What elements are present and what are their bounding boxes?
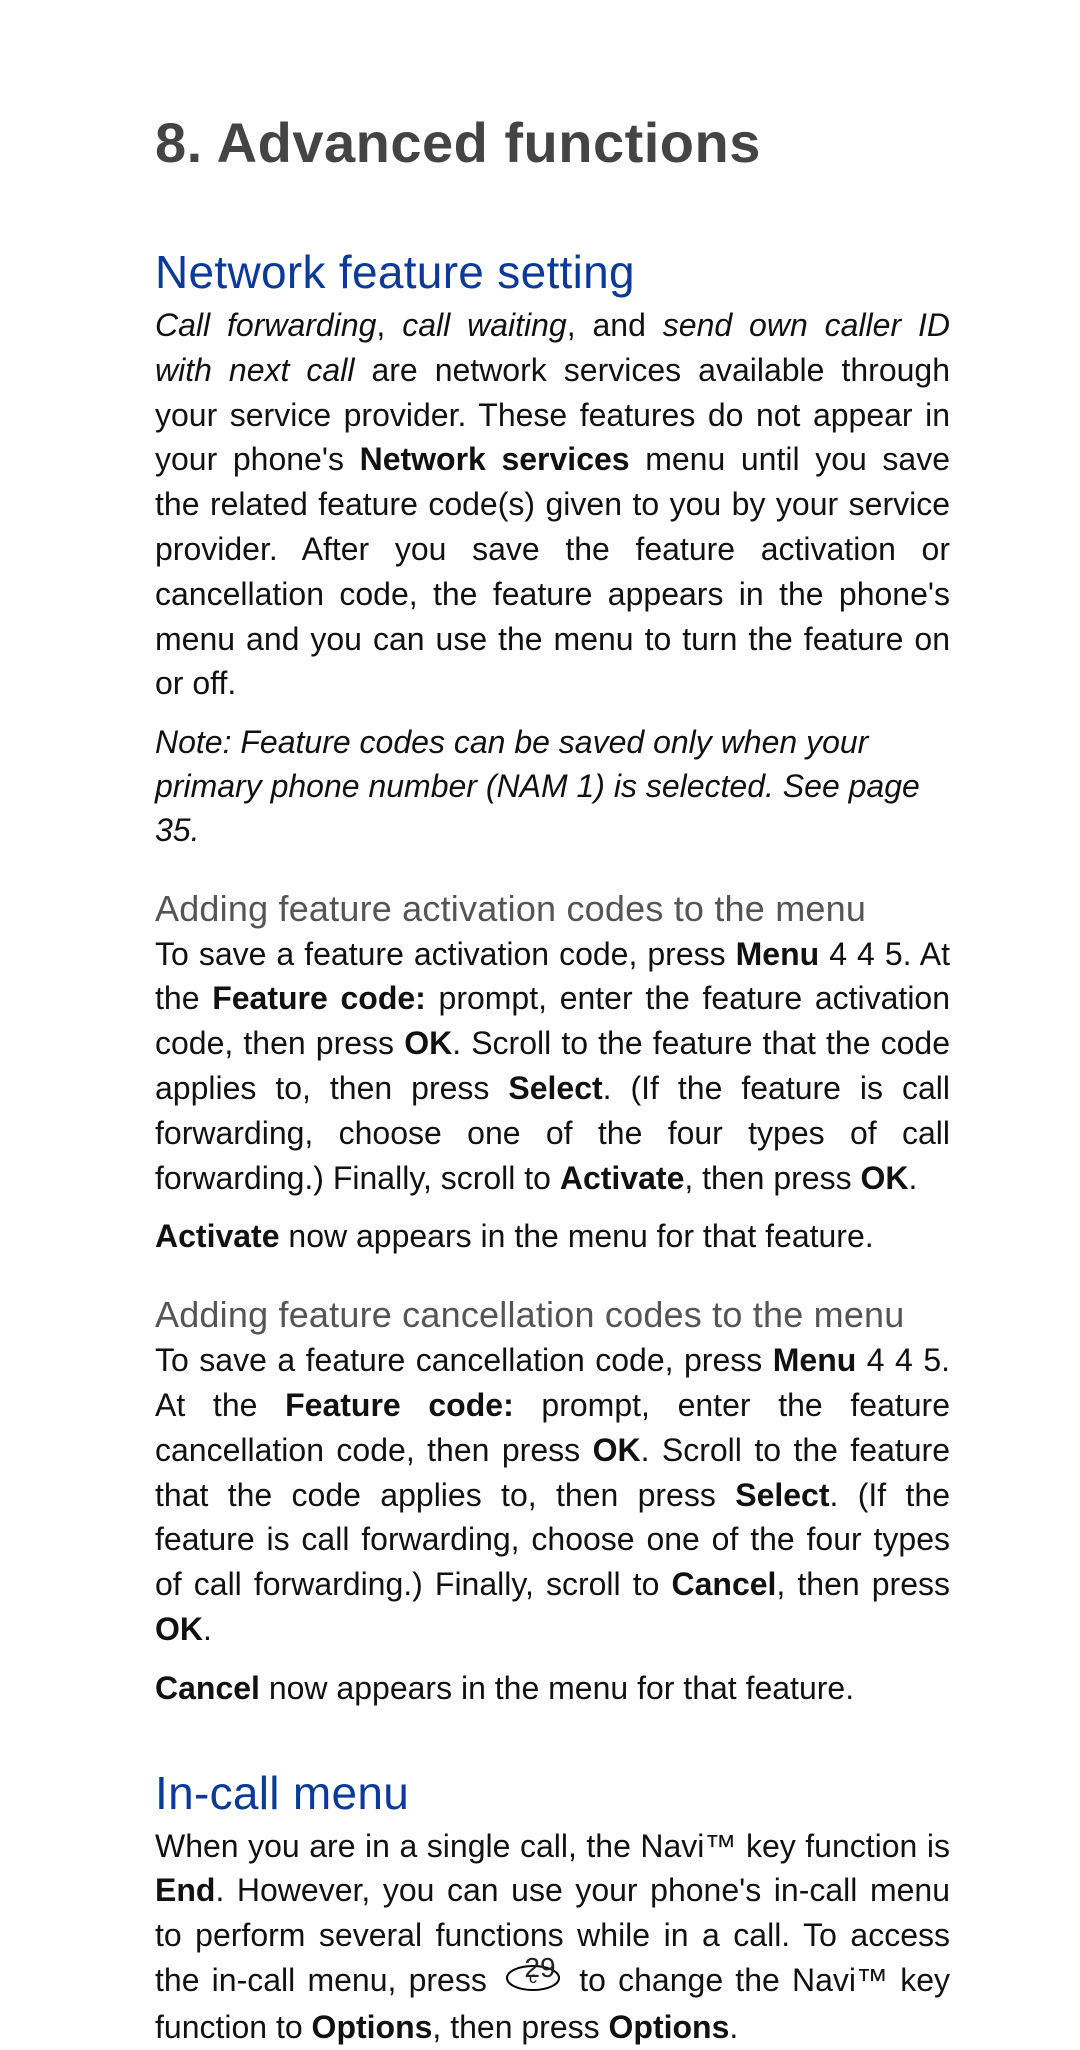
bold-activate-result: Activate — [155, 1218, 280, 1254]
page-number: 29 — [0, 1952, 1080, 1984]
subheading-activation: Adding feature activation codes to the m… — [155, 888, 950, 930]
italic-call-forwarding: Call forwarding — [155, 307, 376, 343]
text-run: now appears in the menu for that feature… — [280, 1218, 874, 1254]
text-run: . — [203, 1611, 212, 1647]
chapter-title: 8. Advanced functions — [155, 110, 950, 175]
bold-feature-code: Feature code: — [212, 980, 426, 1016]
network-intro-paragraph: Call forwarding, call waiting, and send … — [155, 303, 950, 706]
text-run: When you are in a single call, the Navi™… — [155, 1828, 950, 1864]
bold-cancel: Cancel — [671, 1566, 776, 1602]
manual-page: 8. Advanced functions Network feature se… — [0, 0, 1080, 2039]
bold-menu: Menu — [773, 1342, 857, 1378]
text-run: To save a feature activation code, press — [155, 936, 736, 972]
bold-options: Options — [609, 2009, 730, 2045]
text-sep: , — [376, 307, 402, 343]
bold-ok: OK — [593, 1432, 641, 1468]
text-run: . — [908, 1160, 917, 1196]
text-run: now appears in the menu for that feature… — [260, 1670, 854, 1706]
text-run: , then press — [432, 2009, 608, 2045]
text-run: , then press — [776, 1566, 950, 1602]
incall-paragraph: When you are in a single call, the Navi™… — [155, 1824, 950, 2050]
bold-feature-code: Feature code: — [285, 1387, 514, 1423]
activation-paragraph: To save a feature activation code, press… — [155, 932, 950, 1201]
activation-result: Activate now appears in the menu for tha… — [155, 1214, 950, 1259]
subheading-cancellation: Adding feature cancellation codes to the… — [155, 1294, 950, 1336]
text-run: To save a feature cancellation code, pre… — [155, 1342, 773, 1378]
text-run: , then press — [684, 1160, 860, 1196]
bold-network-services: Network services — [360, 441, 630, 477]
bold-menu: Menu — [736, 936, 820, 972]
section-heading-incall: In-call menu — [155, 1766, 950, 1820]
cancellation-result: Cancel now appears in the menu for that … — [155, 1666, 950, 1711]
bold-select: Select — [735, 1477, 829, 1513]
text-sep: , and — [567, 307, 663, 343]
bold-ok: OK — [860, 1160, 908, 1196]
bold-ok: OK — [404, 1025, 452, 1061]
note-feature-codes: Note: Feature codes can be saved only wh… — [155, 720, 950, 852]
bold-activate: Activate — [560, 1160, 685, 1196]
cancellation-paragraph: To save a feature cancellation code, pre… — [155, 1338, 950, 1652]
text-run: . — [729, 2009, 738, 2045]
bold-select: Select — [508, 1070, 602, 1106]
text-run: menu until you save the related feature … — [155, 441, 950, 701]
bold-cancel-result: Cancel — [155, 1670, 260, 1706]
bold-options: Options — [312, 2009, 433, 2045]
italic-call-waiting: call waiting — [402, 307, 567, 343]
bold-ok: OK — [155, 1611, 203, 1647]
section-heading-network: Network feature setting — [155, 245, 950, 299]
bold-end: End — [155, 1872, 215, 1908]
